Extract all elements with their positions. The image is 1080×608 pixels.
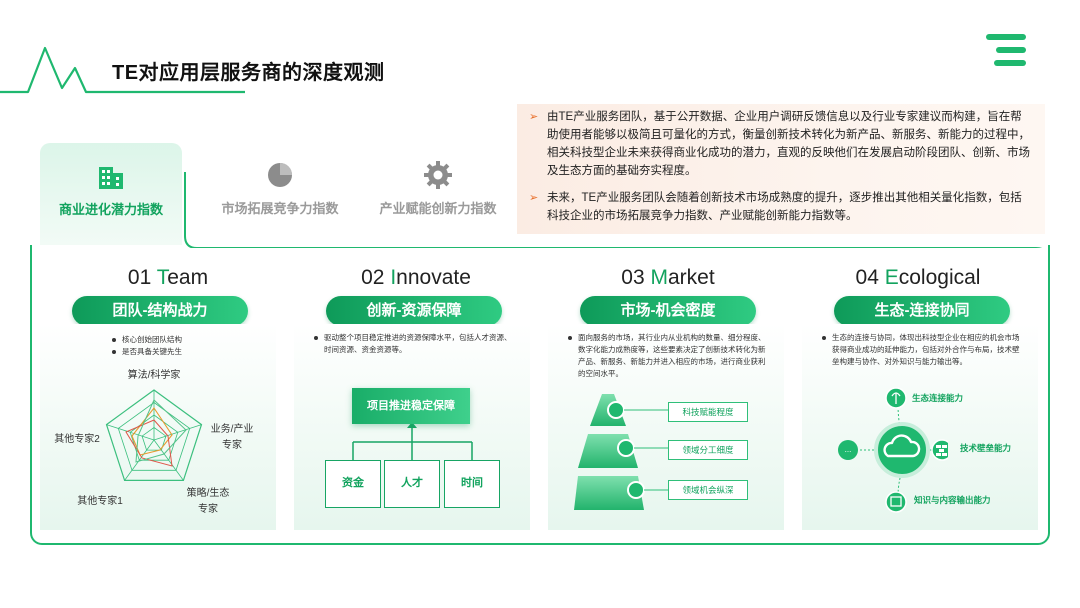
bullet-item: 是否具备关键先生 — [112, 346, 262, 358]
card-team: 核心创始团队结构 是否具备关键先生 算法/科学家 业务/产业专家 策略/生态专家… — [40, 324, 276, 530]
card-number: 03 — [621, 266, 645, 289]
card-initial: E — [884, 266, 899, 289]
buildings-icon — [99, 167, 123, 189]
tree-connectors — [352, 424, 473, 460]
pyramid-level-label: 科技赋能程度 — [668, 402, 748, 422]
card-market: 面向服务的市场，其行业内从业机构的数量、细分程度、数字化能力成熟度等，这些要素决… — [548, 324, 784, 530]
tab-label: 市场拓展竞争力指数 — [221, 201, 339, 216]
eco-item-label: 生态连接能力 — [912, 393, 964, 403]
radar-label: 其他专家1 — [77, 496, 123, 507]
pyramid-levels — [574, 394, 668, 510]
radar-series-orange — [131, 407, 173, 456]
page-title: TE对应用层服务商的深度观测 — [112, 62, 385, 84]
info-text: 未来，TE产业服务团队会随着创新技术市场成熟度的提升，逐步推出其他相关量化指数，… — [547, 192, 1022, 222]
card-word: nnovate — [396, 266, 471, 289]
tab-label: 商业进化潜力指数 — [58, 202, 163, 217]
pill-ecological: 生态-连接协同 — [834, 296, 1010, 326]
card-heading-ecological: 04 Ecological — [798, 266, 1038, 290]
radar-series-green — [135, 399, 187, 463]
radar-label: 业务/产业专家 — [210, 424, 254, 451]
card-number: 01 — [127, 266, 152, 289]
card-innovate: 驱动整个项目稳定推进的资源保障水平，包括人才资源、时间资源、资金资源等。 项目推… — [294, 324, 530, 530]
bullet-item: 面向服务的市场，其行业内从业机构的数量、细分程度、数字化能力成熟度等，这些要素决… — [568, 332, 768, 380]
tree-root-box: 项目推进稳定保障 — [352, 388, 470, 424]
radar-label: 算法/科学家 — [127, 370, 181, 381]
eco-left-label: ... — [844, 445, 852, 454]
card-description: 核心创始团队结构 是否具备关键先生 — [112, 334, 262, 358]
card-word: cological — [898, 266, 981, 289]
info-paragraph: ➢ 由TE产业服务团队，基于公开数据、企业用户调研反馈信息以及行业专家建议而构建… — [529, 108, 1033, 180]
bullet-item: 生态的连接与协同，体现出科技型企业在相应的机会市场获得商业成功的延伸能力，包括对… — [822, 332, 1022, 368]
radar-label: 其他专家2 — [54, 434, 100, 445]
card-initial: M — [650, 266, 669, 289]
gear-icon — [424, 161, 452, 189]
card-heading-team: 01 Team — [48, 266, 288, 290]
tab-business-evolution[interactable]: 商业进化潜力指数 — [40, 143, 182, 245]
card-number: 04 — [855, 266, 879, 289]
eco-item-label: 知识与内容输出能力 — [914, 495, 991, 505]
card-description: 生态的连接与协同，体现出科技型企业在相应的机会市场获得商业成功的延伸能力，包括对… — [822, 332, 1022, 368]
brand-logo-icon — [986, 34, 1026, 66]
eco-item-label: 技术壁垒能力 — [960, 443, 1012, 453]
card-number: 02 — [361, 266, 385, 289]
bullet-item: 驱动整个项目稳定推进的资源保障水平，包括人才资源、时间资源、资金资源等。 — [314, 332, 514, 356]
card-description: 面向服务的市场，其行业内从业机构的数量、细分程度、数字化能力成熟度等，这些要素决… — [568, 332, 768, 380]
card-word: arket — [668, 266, 715, 289]
info-box: ➢ 由TE产业服务团队，基于公开数据、企业用户调研反馈信息以及行业专家建议而构建… — [517, 104, 1045, 234]
info-paragraph: ➢ 未来，TE产业服务团队会随着创新技术市场成熟度的提升，逐步推出其他相关量化指… — [529, 189, 1033, 225]
radar-chart — [105, 389, 203, 482]
pill-innovate: 创新-资源保障 — [326, 296, 502, 326]
radar-label: 策略/生态专家 — [186, 488, 230, 515]
info-text: 由TE产业服务团队，基于公开数据、企业用户调研反馈信息以及行业专家建议而构建，旨… — [547, 111, 1030, 177]
card-description: 驱动整个项目稳定推进的资源保障水平，包括人才资源、时间资源、资金资源等。 — [314, 332, 514, 356]
pie-chart-icon — [268, 163, 292, 187]
tab-label: 产业赋能创新力指数 — [379, 201, 497, 216]
tree-item-box: 时间 — [444, 460, 500, 508]
bullet-item: 核心创始团队结构 — [112, 334, 262, 346]
card-word: eam — [167, 266, 209, 289]
arrow-bullet-icon: ➢ — [529, 192, 539, 204]
tab-market-expansion[interactable]: 市场拓展竞争力指数 — [205, 150, 355, 230]
card-initial: T — [156, 266, 168, 289]
pyramid-level-label: 领域机会纵深 — [668, 480, 748, 500]
card-ecological: 生态的连接与协同，体现出科技型企业在相应的机会市场获得商业成功的延伸能力，包括对… — [802, 324, 1038, 530]
arrow-bullet-icon: ➢ — [529, 111, 539, 123]
tab-industry-innovation[interactable]: 产业赋能创新力指数 — [368, 150, 508, 230]
tree-item-box: 资金 — [325, 460, 381, 508]
pill-team: 团队-结构战力 — [72, 296, 248, 326]
pill-market: 市场-机会密度 — [580, 296, 756, 326]
card-heading-innovate: 02 Innovate — [296, 266, 536, 290]
tree-item-box: 人才 — [384, 460, 440, 508]
pyramid-level-label: 领域分工细度 — [668, 440, 748, 460]
knowledge-output-icon — [885, 491, 907, 513]
card-heading-market: 03 Market — [548, 266, 788, 290]
